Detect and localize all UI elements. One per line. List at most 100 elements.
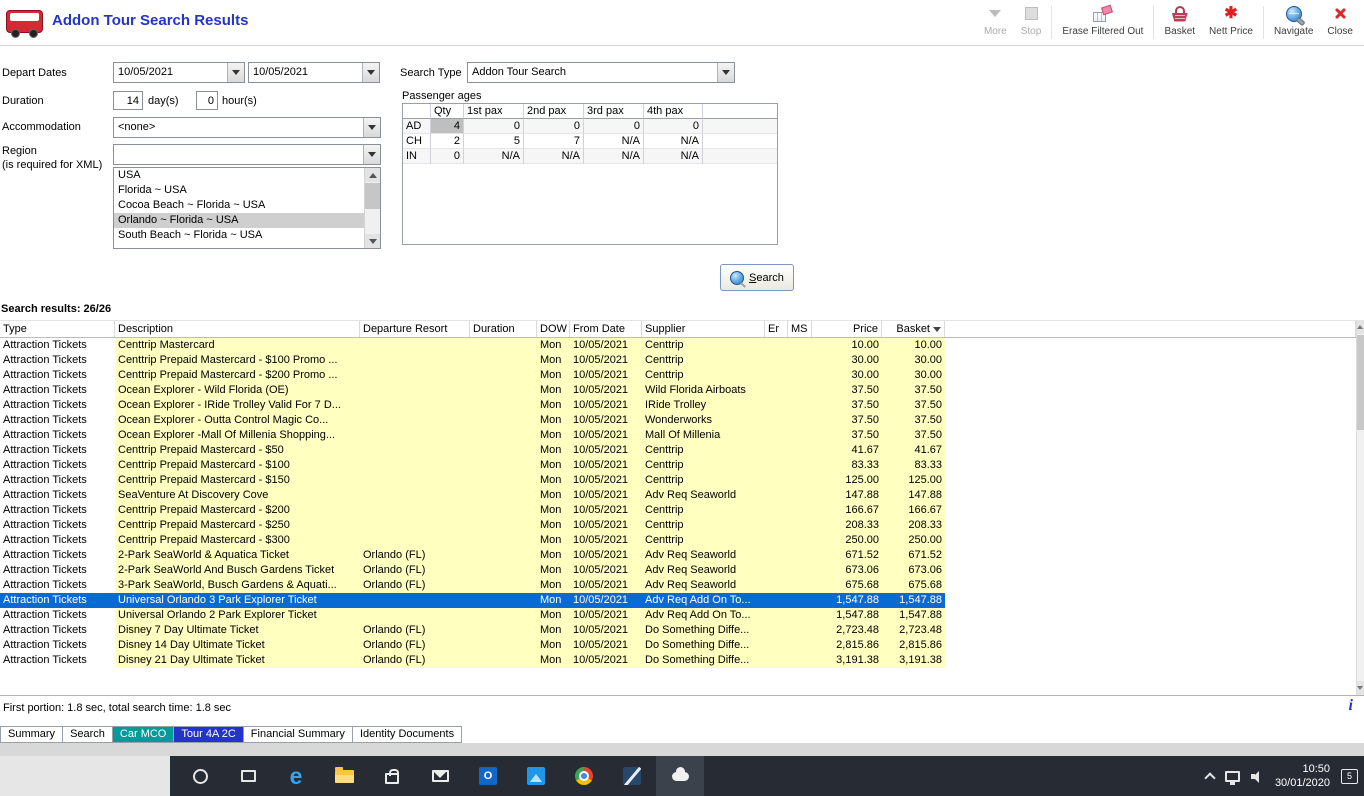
depart-date-start-combo[interactable]: 10/05/2021 <box>113 62 245 83</box>
pax-age-cell[interactable]: N/A <box>524 149 584 164</box>
cortana-search-button[interactable] <box>176 756 224 796</box>
scrollbar-thumb[interactable] <box>1357 335 1364 430</box>
basket-button[interactable]: Basket <box>1157 0 1202 45</box>
table-row[interactable]: Attraction Tickets Universal Orlando 2 Pa… <box>0 608 1356 623</box>
region-option[interactable]: Cocoa Beach ~ Florida ~ USA <box>114 198 380 213</box>
table-row[interactable]: Attraction Tickets Ocean Explorer - Wild … <box>0 383 1356 398</box>
col-from-date[interactable]: From Date <box>570 321 642 337</box>
table-row[interactable]: Attraction Tickets Disney 21 Day Ultimate… <box>0 653 1356 668</box>
passenger-row-infants[interactable]: IN 0 N/A N/A N/A N/A <box>403 149 777 164</box>
chevron-down-icon[interactable] <box>363 145 380 164</box>
table-row[interactable]: Attraction Tickets Centtrip Prepaid Maste… <box>0 533 1356 548</box>
col-description[interactable]: Description <box>115 321 360 337</box>
store-button[interactable] <box>368 756 416 796</box>
pax-age-cell[interactable]: N/A <box>644 149 703 164</box>
table-row[interactable]: Attraction Tickets Centtrip Prepaid Maste… <box>0 353 1356 368</box>
table-row[interactable]: Attraction Tickets Ocean Explorer - IRide… <box>0 398 1356 413</box>
duration-days-input[interactable] <box>113 91 143 110</box>
col-type[interactable]: Type <box>0 321 115 337</box>
table-row[interactable]: Attraction Tickets Ocean Explorer -Mall O… <box>0 428 1356 443</box>
region-option[interactable]: USA <box>114 168 380 183</box>
table-row[interactable]: Attraction Tickets Centtrip Prepaid Maste… <box>0 473 1356 488</box>
tab-tour-4a-2c[interactable]: Tour 4A 2C <box>173 726 244 743</box>
table-row[interactable]: Attraction Tickets Ocean Explorer - Outta… <box>0 413 1356 428</box>
tab-search[interactable]: Search <box>62 726 113 743</box>
col-er[interactable]: Er <box>765 321 788 337</box>
table-row[interactable]: Attraction Tickets 2-Park SeaWorld And Bu… <box>0 563 1356 578</box>
table-row[interactable]: Attraction Tickets 3-Park SeaWorld, Busch… <box>0 578 1356 593</box>
passenger-row-children[interactable]: CH 2 5 7 N/A N/A <box>403 134 777 149</box>
pax-age-cell[interactable]: 0 <box>644 119 703 134</box>
region-combo[interactable] <box>113 144 381 165</box>
pax-age-cell[interactable]: N/A <box>584 134 644 149</box>
tab-summary[interactable]: Summary <box>0 726 64 743</box>
pax-qty-cell[interactable]: 4 <box>431 119 464 134</box>
depart-date-end-combo[interactable]: 10/05/2021 <box>248 62 380 83</box>
table-row[interactable]: Attraction Tickets Centtrip Mastercard Mon… <box>0 338 1356 353</box>
search-button[interactable]: Search <box>720 264 794 291</box>
travel-app-button[interactable] <box>656 756 704 796</box>
col-supplier[interactable]: Supplier <box>642 321 765 337</box>
chevron-down-icon[interactable] <box>717 63 734 82</box>
table-row[interactable]: Attraction Tickets Centtrip Prepaid Maste… <box>0 368 1356 383</box>
region-listbox[interactable]: USA Florida ~ USA Cocoa Beach ~ Florida … <box>113 167 381 249</box>
pax-age-cell[interactable]: N/A <box>644 134 703 149</box>
tab-financial-summary[interactable]: Financial Summary <box>242 726 353 743</box>
scroll-down-icon[interactable] <box>1357 681 1364 695</box>
table-row[interactable]: Attraction Tickets Disney 14 Day Ultimate… <box>0 638 1356 653</box>
accommodation-combo[interactable]: <none> <box>113 117 381 138</box>
col-ms[interactable]: MS <box>788 321 812 337</box>
region-option[interactable]: Florida ~ USA <box>114 183 380 198</box>
tray-clock[interactable]: 10:50 30/01/2020 <box>1275 762 1330 790</box>
scroll-up-icon[interactable] <box>365 168 380 182</box>
pax-age-cell[interactable]: N/A <box>584 149 644 164</box>
info-icon[interactable]: i <box>1349 697 1353 715</box>
region-option-selected[interactable]: Orlando ~ Florida ~ USA <box>114 213 380 228</box>
table-row[interactable]: Attraction Tickets Centtrip Prepaid Maste… <box>0 458 1356 473</box>
chrome-button[interactable] <box>560 756 608 796</box>
passenger-row-adults[interactable]: AD 4 0 0 0 0 <box>403 119 777 134</box>
pax-age-cell[interactable]: 0 <box>464 119 524 134</box>
pax-age-cell[interactable]: 0 <box>584 119 644 134</box>
erase-filtered-out-button[interactable]: Erase Filtered Out <box>1055 0 1150 45</box>
pax-age-cell[interactable]: N/A <box>464 149 524 164</box>
pax-qty-cell[interactable]: 2 <box>431 134 464 149</box>
edge-button[interactable] <box>272 756 320 796</box>
table-row[interactable]: Attraction Tickets Universal Orlando 3 Pa… <box>0 593 1356 608</box>
hidden-icons-chevron-icon[interactable] <box>1204 772 1216 784</box>
close-button[interactable]: Close <box>1320 0 1360 45</box>
chevron-down-icon[interactable] <box>363 118 380 137</box>
col-price[interactable]: Price <box>812 321 882 337</box>
col-basket[interactable]: Basket <box>882 321 945 337</box>
nett-price-button[interactable]: Nett Price <box>1202 0 1260 45</box>
col-duration[interactable]: Duration <box>470 321 537 337</box>
chevron-down-icon[interactable] <box>227 63 244 82</box>
table-row[interactable]: Attraction Tickets Centtrip Prepaid Maste… <box>0 518 1356 533</box>
results-scrollbar[interactable] <box>1356 320 1364 695</box>
table-row[interactable]: Attraction Tickets 2-Park SeaWorld & Aqua… <box>0 548 1356 563</box>
navigate-button[interactable]: Navigate <box>1267 0 1320 45</box>
mail-button[interactable] <box>416 756 464 796</box>
pax-age-cell[interactable]: 7 <box>524 134 584 149</box>
table-row[interactable]: Attraction Tickets Centtrip Prepaid Maste… <box>0 503 1356 518</box>
table-row[interactable]: Attraction Tickets SeaVenture At Discover… <box>0 488 1356 503</box>
listbox-scrollbar[interactable] <box>364 168 380 248</box>
notification-center-icon[interactable]: 5 <box>1341 768 1358 784</box>
duration-hours-input[interactable] <box>196 91 218 110</box>
outlook-button[interactable] <box>464 756 512 796</box>
task-view-button[interactable] <box>224 756 272 796</box>
file-explorer-button[interactable] <box>320 756 368 796</box>
pax-qty-cell[interactable]: 0 <box>431 149 464 164</box>
chevron-down-icon[interactable] <box>362 63 379 82</box>
scroll-down-icon[interactable] <box>365 234 380 248</box>
photos-button[interactable] <box>512 756 560 796</box>
tab-car-mco[interactable]: Car MCO <box>111 726 175 743</box>
scroll-up-icon[interactable] <box>1357 320 1364 334</box>
col-dow[interactable]: DOW <box>537 321 570 337</box>
network-icon[interactable] <box>1224 770 1240 785</box>
tab-identity-documents[interactable]: Identity Documents <box>351 726 463 743</box>
blue-app-button[interactable] <box>608 756 656 796</box>
volume-icon[interactable] <box>1250 770 1264 783</box>
col-departure-resort[interactable]: Departure Resort <box>360 321 470 337</box>
pax-age-cell[interactable]: 0 <box>524 119 584 134</box>
